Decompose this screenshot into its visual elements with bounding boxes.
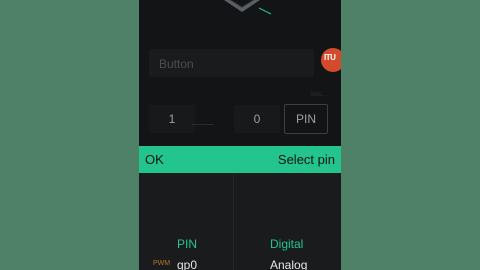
badge-text: ITU [324, 53, 336, 62]
pin-column-header: PIN [177, 237, 198, 251]
range-separator [192, 124, 214, 125]
type-column-header: Digital [270, 237, 304, 251]
button-name-placeholder: Button [159, 57, 194, 71]
toolbar-title: Select pin [277, 152, 335, 167]
button-name-field[interactable]: Button [149, 49, 314, 77]
phone-screen: Button ITU Sets... 1 0 PIN OK Select pin… [139, 0, 341, 270]
pin-option-gp0[interactable]: gp0 [177, 258, 197, 270]
pin-picker-toolbar: OK Select pin [139, 146, 341, 173]
pin-button[interactable]: PIN [284, 104, 328, 134]
range-to-input[interactable]: 0 [234, 105, 280, 133]
widget-preview-icon [224, 0, 272, 15]
ok-button[interactable]: OK [145, 152, 164, 167]
type-option-analog[interactable]: Analog [270, 258, 307, 270]
range-from-input[interactable]: 1 [149, 105, 195, 133]
pwm-tag: PWM [153, 260, 171, 267]
app-badge: ITU [321, 48, 341, 72]
column-divider [233, 173, 234, 270]
pin-picker-wheel[interactable] [139, 173, 341, 270]
output-label: Sets... [310, 92, 328, 98]
